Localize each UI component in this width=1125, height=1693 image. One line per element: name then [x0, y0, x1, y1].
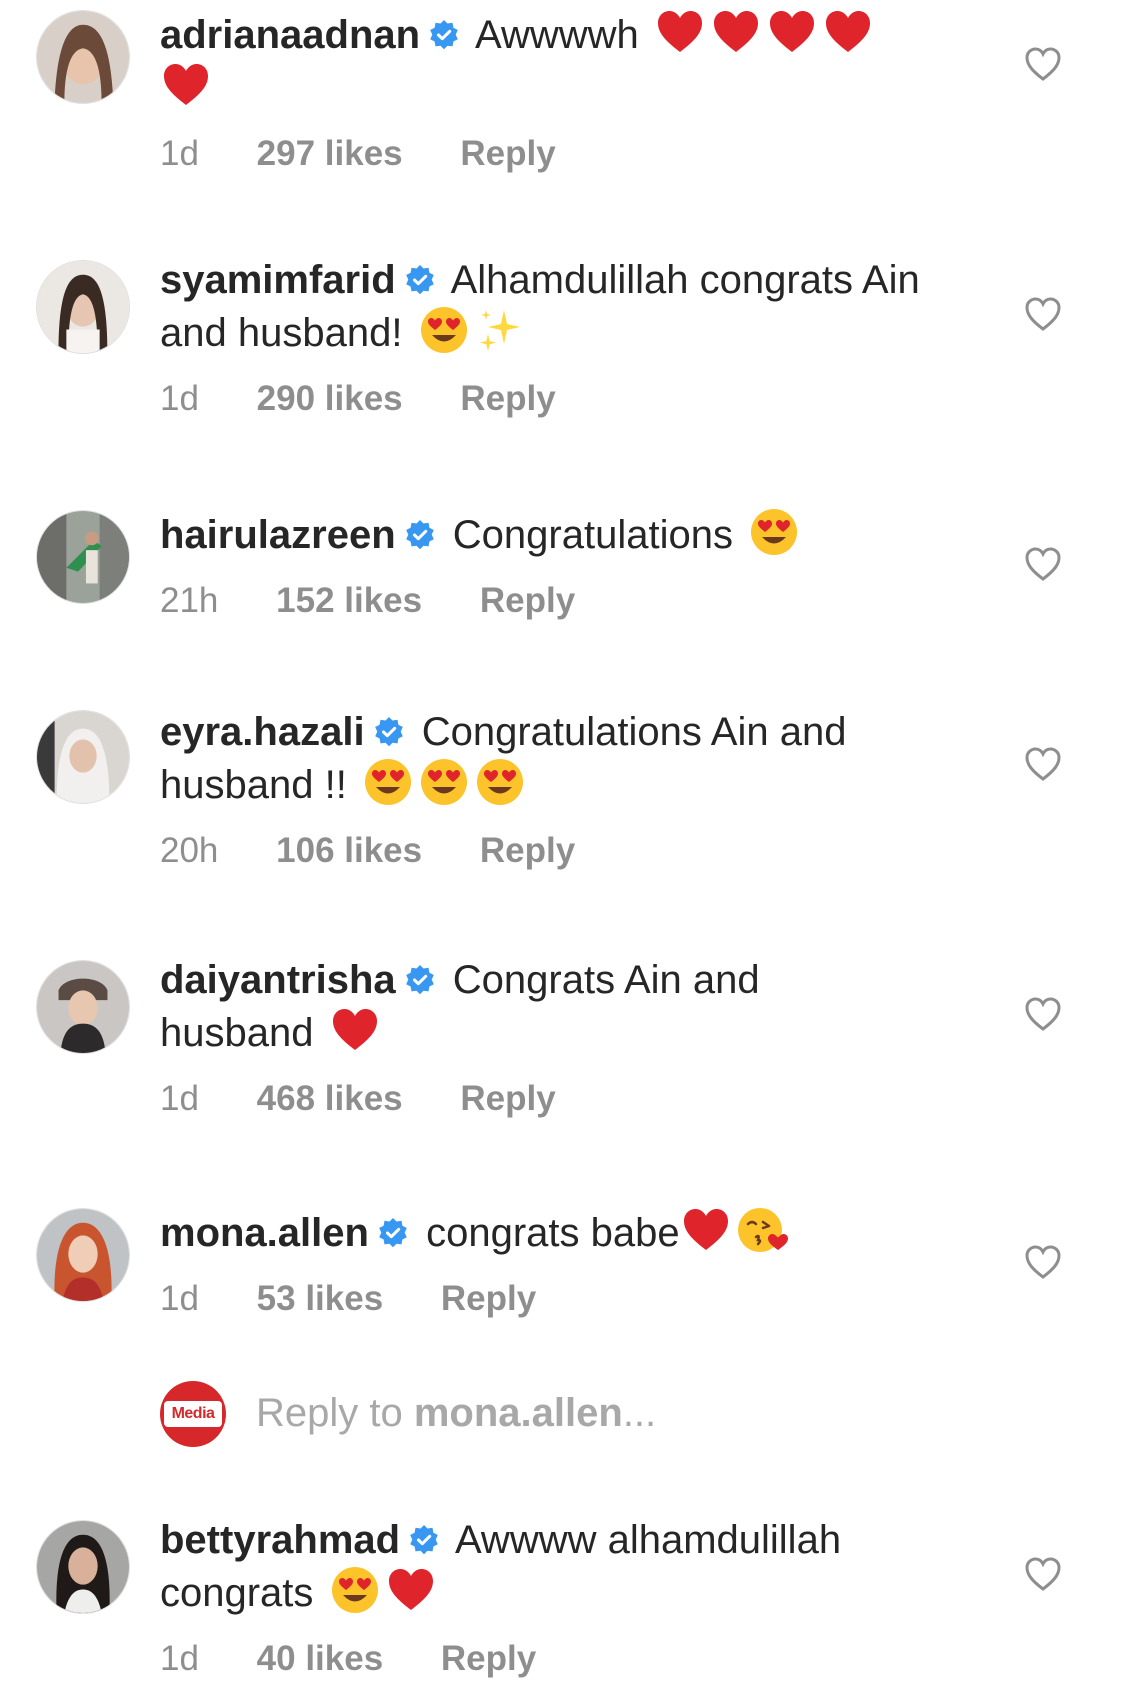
- red-heart-emoji-icon: [713, 11, 758, 52]
- comment-meta: 1d 290 likes Reply: [160, 379, 920, 419]
- username[interactable]: hairulazreen: [160, 513, 396, 557]
- avatar-image: [37, 511, 129, 603]
- avatar-image: [37, 961, 129, 1053]
- like-heart-icon[interactable]: [1024, 1244, 1062, 1280]
- username[interactable]: mona.allen: [160, 1211, 369, 1255]
- comment-meta: 21h 152 likes Reply: [160, 581, 920, 621]
- comment-meta: 1d 40 likes Reply: [160, 1639, 920, 1679]
- comment-time: 20h: [160, 831, 219, 870]
- reply-input-row[interactable]: Media Reply to mona.allen...: [160, 1381, 960, 1447]
- like-heart-icon[interactable]: [1024, 1556, 1062, 1592]
- reply-button[interactable]: Reply: [460, 1079, 555, 1119]
- avatar[interactable]: [36, 10, 130, 104]
- reply-placeholder-prefix: Reply to: [256, 1391, 414, 1435]
- red-heart-emoji-icon: [683, 1209, 728, 1250]
- comment-message: Awwwwh: [474, 13, 639, 57]
- comment-time: 1d: [160, 1639, 199, 1678]
- reply-button[interactable]: Reply: [441, 1279, 536, 1319]
- likes-count[interactable]: 40 likes: [257, 1639, 384, 1679]
- like-heart-icon[interactable]: [1024, 296, 1062, 332]
- sparkles-emoji-icon: [479, 310, 520, 351]
- reply-button[interactable]: Reply: [480, 581, 575, 621]
- comment-text: mona.allen congrats babe: [160, 1204, 920, 1257]
- username[interactable]: eyra.hazali: [160, 710, 365, 754]
- verified-badge-icon: [405, 520, 434, 550]
- like-heart-icon[interactable]: [1024, 46, 1062, 82]
- likes-count[interactable]: 290 likes: [257, 379, 403, 419]
- comment-message: congrats babe: [426, 1211, 680, 1255]
- verified-badge-icon: [430, 20, 458, 50]
- avatar[interactable]: [36, 960, 130, 1054]
- comment-meta: 1d 53 likes Reply: [160, 1279, 920, 1319]
- verified-badge-icon: [405, 965, 434, 995]
- reply-button[interactable]: Reply: [460, 134, 555, 174]
- red-heart-emoji-icon: [825, 11, 870, 52]
- likes-count[interactable]: 468 likes: [257, 1079, 403, 1119]
- red-heart-emoji-icon: [332, 1009, 377, 1050]
- avatar-image: [37, 1521, 129, 1613]
- reply-placeholder-suffix: ...: [622, 1391, 657, 1435]
- comment-text: daiyantrisha Congrats Ain and husband: [160, 956, 920, 1057]
- avatar-image: [37, 11, 129, 103]
- username[interactable]: adrianaadnan: [160, 13, 420, 57]
- comment-meta: 20h 106 likes Reply: [160, 831, 920, 871]
- heart-eyes-emoji-icon: [420, 307, 467, 353]
- comment-text: hairulazreen Congratulations: [160, 506, 920, 559]
- red-heart-emoji-icon: [657, 11, 702, 52]
- avatar[interactable]: [36, 510, 130, 604]
- avatar-image: [37, 1209, 129, 1301]
- heart-eyes-emoji-icon: [751, 509, 798, 555]
- verified-badge-icon: [379, 1218, 407, 1248]
- comment-meta: 1d 468 likes Reply: [160, 1079, 920, 1119]
- current-user-avatar: Media: [160, 1381, 226, 1447]
- avatar[interactable]: [36, 260, 130, 354]
- heart-eyes-emoji-icon: [476, 759, 523, 805]
- comment-time: 1d: [160, 379, 199, 418]
- username[interactable]: daiyantrisha: [160, 958, 396, 1002]
- comment-text: eyra.hazali Congratulations Ain and husb…: [160, 708, 920, 809]
- like-heart-icon[interactable]: [1024, 746, 1062, 782]
- avatar-image: [37, 261, 129, 353]
- likes-count[interactable]: 106 likes: [276, 831, 422, 871]
- avatar-image: [37, 711, 129, 803]
- comment-text: syamimfarid Alhamdulillah congrats Ain a…: [160, 256, 920, 357]
- comment-text: adrianaadnan Awwwwh: [160, 6, 920, 112]
- comment-meta: 1d 297 likes Reply: [160, 134, 920, 174]
- heart-eyes-emoji-icon: [331, 1567, 378, 1613]
- reply-button[interactable]: Reply: [441, 1639, 536, 1679]
- comment-time: 1d: [160, 134, 199, 173]
- reply-button[interactable]: Reply: [460, 379, 555, 419]
- red-heart-emoji-icon: [769, 11, 814, 52]
- reply-button[interactable]: Reply: [480, 831, 575, 871]
- red-heart-emoji-icon: [164, 64, 208, 105]
- verified-badge-icon: [405, 265, 434, 295]
- likes-count[interactable]: 53 likes: [257, 1279, 384, 1319]
- avatar[interactable]: [36, 710, 130, 804]
- like-heart-icon[interactable]: [1024, 996, 1062, 1032]
- avatar[interactable]: [36, 1520, 130, 1614]
- red-heart-emoji-icon: [388, 1569, 433, 1610]
- avatar[interactable]: [36, 1208, 130, 1302]
- verified-badge-icon: [374, 717, 403, 747]
- comment-message: Congratulations: [452, 513, 733, 557]
- verified-badge-icon: [410, 1525, 438, 1555]
- likes-count[interactable]: 297 likes: [257, 134, 403, 174]
- comment-time: 1d: [160, 1279, 199, 1318]
- kissing-heart-emoji-icon: [737, 1208, 788, 1252]
- avatar-logo-text: Media: [164, 1401, 222, 1427]
- likes-count[interactable]: 152 likes: [276, 581, 422, 621]
- comment-time: 1d: [160, 1079, 199, 1118]
- username[interactable]: bettyrahmad: [160, 1518, 400, 1562]
- heart-eyes-emoji-icon: [420, 759, 467, 805]
- heart-eyes-emoji-icon: [364, 759, 411, 805]
- comment-text: bettyrahmad Awwww alhamdulillah congrats: [160, 1516, 920, 1617]
- reply-placeholder-user: mona.allen: [413, 1391, 623, 1435]
- username[interactable]: syamimfarid: [160, 258, 396, 302]
- reply-input[interactable]: Reply to mona.allen...: [256, 1387, 656, 1439]
- like-heart-icon[interactable]: [1024, 546, 1062, 582]
- comment-time: 21h: [160, 581, 219, 620]
